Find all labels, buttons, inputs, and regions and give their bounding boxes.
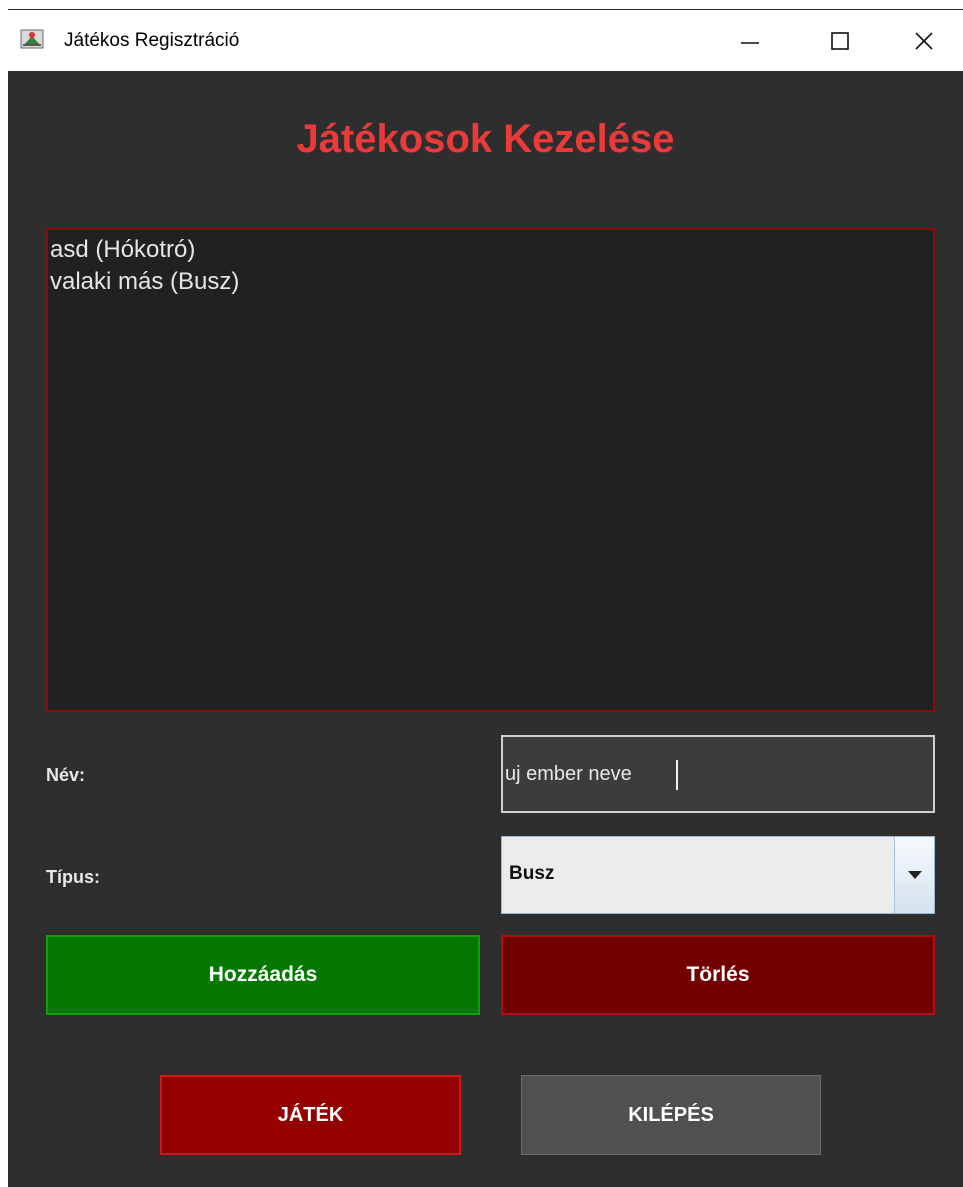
java-app-icon	[20, 29, 44, 49]
type-dropdown-button[interactable]	[894, 837, 934, 913]
list-item[interactable]: asd (Hókotró)	[50, 234, 933, 266]
player-list[interactable]: asd (Hókotró) valaki más (Busz)	[46, 228, 935, 712]
name-label: Név:	[46, 765, 86, 785]
name-input[interactable]	[501, 735, 935, 813]
delete-button[interactable]: Törlés	[501, 935, 935, 1015]
close-button[interactable]	[885, 10, 963, 71]
chevron-down-icon	[907, 871, 922, 879]
type-label: Típus:	[46, 867, 100, 887]
minimize-button[interactable]	[705, 10, 795, 71]
add-button[interactable]: Hozzáadás	[46, 935, 480, 1015]
list-item[interactable]: valaki más (Busz)	[50, 266, 933, 298]
maximize-button[interactable]	[795, 10, 885, 71]
main-panel: Játékosok Kezelése asd (Hókotró) valaki …	[8, 71, 963, 1187]
play-button[interactable]: JÁTÉK	[160, 1075, 461, 1155]
type-select-value: Busz	[509, 863, 555, 884]
page-title: Játékosok Kezelése	[296, 117, 675, 161]
title-bar[interactable]: Játékos Regisztráció	[8, 10, 963, 71]
app-window: Játékos Regisztráció Játékosok Kezelése …	[0, 0, 963, 1187]
text-caret	[676, 760, 678, 790]
close-icon	[915, 31, 933, 50]
exit-button[interactable]: KILÉPÉS	[521, 1075, 821, 1155]
window-title: Játékos Regisztráció	[64, 30, 240, 51]
maximize-icon	[831, 31, 849, 50]
type-select[interactable]: Busz	[501, 836, 935, 914]
minimize-icon	[741, 41, 759, 44]
